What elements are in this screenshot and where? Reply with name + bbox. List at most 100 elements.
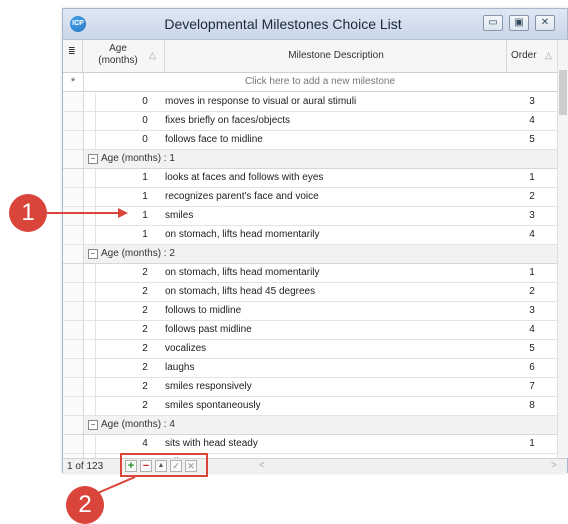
description-cell[interactable]: laughs bbox=[165, 359, 194, 377]
column-header-age-label: Age (months) bbox=[98, 43, 138, 66]
description-cell[interactable]: follows face to midline bbox=[165, 131, 263, 149]
order-cell[interactable]: 4 bbox=[507, 226, 557, 244]
group-label: Age (months) : 2 bbox=[101, 248, 175, 259]
sort-indicator-icon: △ bbox=[545, 50, 552, 60]
column-chooser-icon[interactable]: ≣ bbox=[63, 40, 83, 72]
table-row[interactable]: 1 looks at faces and follows with eyes 1 bbox=[63, 169, 557, 188]
row-indicator bbox=[63, 283, 84, 301]
table-row[interactable]: 2 on stomach, lifts head 45 degrees 2 bbox=[63, 283, 557, 302]
order-cell[interactable]: 1 bbox=[507, 169, 557, 187]
group-row[interactable]: − Age (months) : 2 bbox=[63, 245, 557, 264]
order-cell[interactable]: 2 bbox=[507, 283, 557, 301]
description-cell[interactable]: follows to midline bbox=[165, 302, 241, 320]
callout-marker-1: 1 bbox=[9, 194, 47, 232]
description-cell[interactable]: recognizes parent's face and voice bbox=[165, 188, 319, 206]
grid-header: ≣ Age (months) △ Milestone Description O… bbox=[63, 40, 557, 73]
collapse-toggle-icon[interactable]: − bbox=[88, 154, 98, 164]
grid-rows: 0 moves in response to visual or aural st… bbox=[63, 93, 557, 458]
column-header-description[interactable]: Milestone Description bbox=[165, 40, 507, 72]
description-cell[interactable]: fixes briefly on faces/objects bbox=[165, 112, 290, 130]
description-cell[interactable]: on stomach, lifts head momentarily bbox=[165, 226, 320, 244]
window-title: Developmental Milestones Choice List bbox=[164, 16, 402, 32]
table-row[interactable]: 0 fixes briefly on faces/objects 4 bbox=[63, 112, 557, 131]
order-cell[interactable]: 5 bbox=[507, 131, 557, 149]
description-cell[interactable]: looks at faces and follows with eyes bbox=[165, 169, 323, 187]
row-indicator bbox=[63, 416, 84, 434]
row-indicator bbox=[63, 131, 84, 149]
new-row-prompt[interactable]: Click here to add a new milestone bbox=[83, 73, 557, 91]
group-label: Age (months) : 1 bbox=[101, 153, 175, 164]
description-cell[interactable]: moves in response to visual or aural sti… bbox=[165, 93, 356, 111]
scroll-left-icon[interactable]: < bbox=[259, 460, 265, 471]
table-row[interactable]: 1 on stomach, lifts head momentarily 4 bbox=[63, 226, 557, 245]
description-cell[interactable]: on stomach, lifts head 45 degrees bbox=[165, 283, 315, 301]
table-row[interactable]: 2 follows past midline 4 bbox=[63, 321, 557, 340]
row-indicator bbox=[63, 397, 84, 415]
collapse-toggle-icon[interactable]: − bbox=[88, 249, 98, 259]
table-row[interactable]: 1 recognizes parent's face and voice 2 bbox=[63, 188, 557, 207]
column-header-order[interactable]: Order △ bbox=[507, 40, 557, 72]
group-label: Age (months) : 4 bbox=[101, 419, 175, 430]
row-indicator bbox=[63, 264, 84, 282]
description-cell[interactable]: follows past midline bbox=[165, 321, 252, 339]
maximize-icon[interactable]: ▣ bbox=[509, 15, 529, 31]
order-cell[interactable]: 7 bbox=[507, 378, 557, 396]
table-row[interactable]: 2 smiles responsively 7 bbox=[63, 378, 557, 397]
toolbar-highlight-box bbox=[120, 453, 208, 477]
description-cell[interactable]: smiles responsively bbox=[165, 378, 252, 396]
row-indicator bbox=[63, 207, 84, 225]
description-cell[interactable]: smiles bbox=[165, 207, 193, 225]
row-indicator bbox=[63, 340, 84, 358]
table-row[interactable]: 2 laughs 6 bbox=[63, 359, 557, 378]
group-row[interactable]: − Age (months) : 4 bbox=[63, 416, 557, 435]
table-row[interactable]: 2 vocalizes 5 bbox=[63, 340, 557, 359]
row-indicator bbox=[63, 321, 84, 339]
row-indicator bbox=[63, 435, 84, 453]
order-cell[interactable]: 3 bbox=[507, 93, 557, 111]
order-cell[interactable]: 1 bbox=[507, 435, 557, 453]
column-header-age[interactable]: Age (months) △ bbox=[83, 40, 165, 72]
table-row[interactable]: 2 smiles spontaneously 8 bbox=[63, 397, 557, 416]
description-cell[interactable]: sits with head steady bbox=[165, 435, 258, 453]
group-row[interactable]: − Age (months) : 1 bbox=[63, 150, 557, 169]
order-cell[interactable]: 4 bbox=[507, 112, 557, 130]
callout-marker-2: 2 bbox=[66, 486, 104, 524]
table-row[interactable]: 0 follows face to midline 5 bbox=[63, 131, 557, 150]
row-indicator bbox=[63, 93, 84, 111]
table-row[interactable]: 1 smiles 3 bbox=[63, 207, 557, 226]
row-indicator bbox=[63, 245, 84, 263]
choice-list-window: ICP Developmental Milestones Choice List… bbox=[62, 8, 568, 474]
close-icon[interactable]: ✕ bbox=[535, 15, 555, 31]
column-header-order-label: Order bbox=[511, 50, 537, 61]
table-row[interactable]: 0 moves in response to visual or aural st… bbox=[63, 93, 557, 112]
row-indicator bbox=[63, 302, 84, 320]
record-indicator: 1 of 123 bbox=[67, 461, 104, 472]
order-cell[interactable]: 2 bbox=[507, 188, 557, 206]
scrollbar-thumb[interactable] bbox=[559, 70, 567, 115]
table-row[interactable]: 2 follows to midline 3 bbox=[63, 302, 557, 321]
scroll-right-icon[interactable]: > bbox=[551, 460, 557, 471]
milestone-grid: ≣ Age (months) △ Milestone Description O… bbox=[63, 40, 557, 458]
order-cell[interactable]: 3 bbox=[507, 302, 557, 320]
row-indicator bbox=[63, 150, 84, 168]
row-indicator bbox=[63, 378, 84, 396]
table-row[interactable]: 4 sits with head steady 1 bbox=[63, 435, 557, 454]
minimize-icon[interactable]: ▭ bbox=[483, 15, 503, 31]
table-row[interactable]: 2 on stomach, lifts head momentarily 1 bbox=[63, 264, 557, 283]
new-row-marker: * bbox=[63, 73, 84, 91]
order-cell[interactable]: 8 bbox=[507, 397, 557, 415]
order-cell[interactable]: 4 bbox=[507, 321, 557, 339]
vertical-scrollbar[interactable] bbox=[557, 40, 568, 458]
order-cell[interactable]: 5 bbox=[507, 340, 557, 358]
order-cell[interactable]: 3 bbox=[507, 207, 557, 225]
description-cell[interactable]: on stomach, lifts head momentarily bbox=[165, 264, 320, 282]
order-cell[interactable]: 6 bbox=[507, 359, 557, 377]
sort-indicator-icon: △ bbox=[149, 50, 156, 60]
column-header-description-label: Milestone Description bbox=[288, 50, 384, 61]
order-cell[interactable]: 1 bbox=[507, 264, 557, 282]
description-cell[interactable]: smiles spontaneously bbox=[165, 397, 261, 415]
collapse-toggle-icon[interactable]: − bbox=[88, 420, 98, 430]
row-indicator bbox=[63, 188, 84, 206]
new-row[interactable]: * Click here to add a new milestone bbox=[63, 73, 557, 92]
description-cell[interactable]: vocalizes bbox=[165, 340, 206, 358]
